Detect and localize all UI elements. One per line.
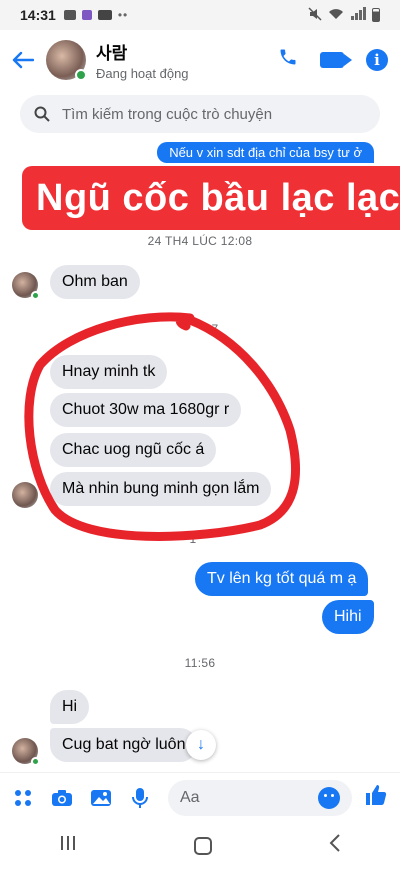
message-bubble[interactable]: Hnay minh tk [50,355,168,389]
sender-avatar[interactable] [12,738,40,766]
message-bubble[interactable]: Cug bat ngờ luôn [50,728,198,762]
status-bar: 14:31 •• [0,0,400,30]
status-time: 14:31 [20,7,56,23]
message-bubble-outgoing[interactable]: Hihi [322,600,374,634]
recent-apps-icon[interactable] [59,834,77,857]
mute-icon [308,6,322,24]
microphone-icon[interactable] [129,787,151,809]
phone-icon[interactable] [278,47,298,73]
message-input[interactable]: Aa [168,779,352,816]
overlay-note: Nếu v xin sdt địa chỉ của bsy tư ở [157,142,374,163]
home-icon[interactable] [193,836,212,855]
notification-icons: •• [63,8,129,22]
timestamp: 11:56 [184,656,216,670]
contact-info[interactable]: 사람 Đang hoạt động [96,39,189,81]
like-icon[interactable] [364,783,388,812]
system-nav-bar [0,822,400,869]
scroll-down-icon[interactable]: ↓ [186,730,216,760]
menu-dots-icon[interactable] [12,787,34,809]
search-placeholder: Tìm kiếm trong cuộc trò chuyện [62,105,273,123]
message-bubble[interactable]: Chuot 30w ma 1680gr r [50,393,242,427]
timestamp: 24 TH4 LÚC 12:08 [147,234,253,248]
timestamp-partial: 1 [189,532,197,546]
signal-icon [350,7,366,23]
message-bubble-outgoing[interactable]: Tv lên kg tốt quá m ạ [195,562,369,596]
message-bubble[interactable]: Mà nhin bung minh gọn lắm [50,472,272,506]
contact-status: Đang hoạt động [96,66,189,81]
back-nav-icon[interactable] [329,833,341,858]
battery-icon [372,8,380,22]
online-indicator [31,757,40,766]
conversation-search[interactable]: Tìm kiếm trong cuộc trò chuyện [20,95,380,133]
contact-name: 사람 [96,44,128,63]
overlay-banner: Ngũ cốc bầu lạc lạc [22,166,400,230]
sender-avatar[interactable] [12,482,38,508]
wifi-icon [328,8,344,23]
youtube-icon [97,10,112,20]
chat-header: 사람 Đang hoạt động i [0,30,400,90]
message-bubble[interactable]: Chac uog ngũ cốc á [50,433,217,467]
online-indicator [31,291,40,300]
message-composer: Aa [0,772,400,822]
online-indicator [75,69,87,81]
camera-icon[interactable] [51,787,73,809]
message-bubble[interactable]: Ohm ban [50,265,140,299]
search-icon [34,106,50,122]
sender-avatar[interactable] [12,272,40,300]
system-icons [308,6,380,24]
video-icon[interactable] [320,52,352,68]
timestamp-partial: 7 [211,322,219,336]
app-notification-icon [81,10,92,20]
message-bubble[interactable]: Hi [50,690,90,724]
gallery-icon[interactable] [90,787,112,809]
header-actions: i [278,47,388,73]
back-arrow-icon[interactable] [12,45,46,76]
info-icon[interactable]: i [366,49,388,71]
emoji-icon[interactable] [318,786,340,809]
message-input-placeholder: Aa [180,788,200,806]
more-notifications-icon: •• [117,8,129,22]
contact-avatar[interactable] [46,40,87,81]
notification-icon [63,10,76,20]
